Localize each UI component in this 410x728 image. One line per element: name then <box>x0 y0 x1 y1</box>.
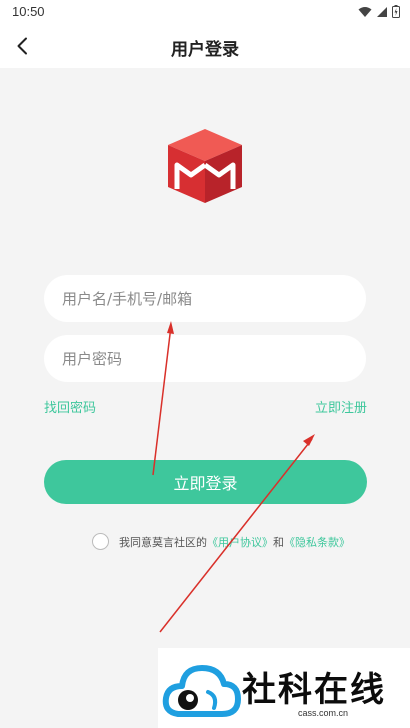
status-bar: 10:50 <box>0 0 410 24</box>
battery-icon <box>392 5 400 18</box>
annotation-arrowhead-username <box>167 321 174 334</box>
agreement-prefix: 我同意莫言社区的 <box>119 535 207 549</box>
wifi-icon <box>358 6 372 17</box>
status-time: 10:50 <box>12 4 45 19</box>
agree-checkbox[interactable] <box>92 533 109 550</box>
agreement-row: 我同意莫言社区的 《用户协议》 和 《隐私条款》 <box>92 533 350 550</box>
watermark-site: cass.com.cn <box>298 708 349 718</box>
page-title: 用户登录 <box>171 40 239 60</box>
signal-icon <box>377 6 387 17</box>
cloud-logo-icon <box>162 665 241 717</box>
login-button[interactable]: 立即登录 <box>44 460 367 504</box>
annotation-arrowhead-register <box>303 434 315 446</box>
agreement-conjunction: 和 <box>273 535 284 549</box>
login-button-label: 立即登录 <box>173 474 238 493</box>
user-agreement-link[interactable]: 《用户协议》 <box>207 534 273 550</box>
app-logo <box>168 129 242 203</box>
status-icons <box>358 5 400 18</box>
watermark-name: 社科在线 <box>242 670 386 710</box>
password-input[interactable] <box>44 335 366 382</box>
watermark: 社科在线 cass.com.cn <box>158 648 410 728</box>
title-bar: 用户登录 <box>0 24 410 68</box>
username-input[interactable] <box>44 275 366 322</box>
register-link[interactable]: 立即注册 <box>315 397 367 416</box>
forgot-password-link[interactable]: 找回密码 <box>44 397 96 416</box>
privacy-terms-link[interactable]: 《隐私条款》 <box>284 534 350 550</box>
